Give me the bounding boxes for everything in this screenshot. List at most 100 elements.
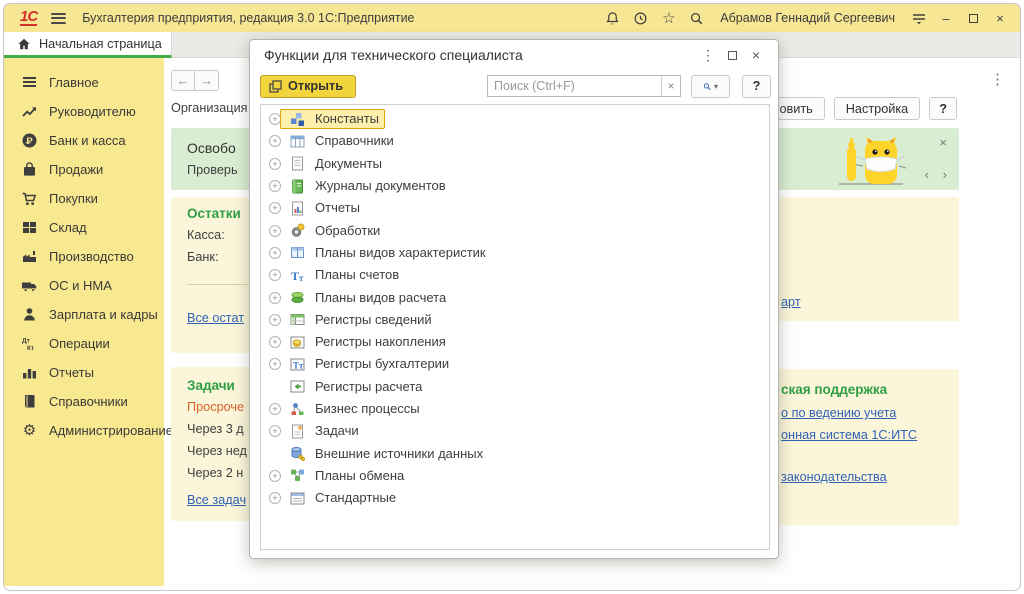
expand-icon[interactable] (269, 403, 281, 415)
support-title-fragment: ская поддержка (781, 382, 887, 397)
settings-button[interactable]: Настройка (834, 97, 920, 120)
sidebar-item-purchases[interactable]: Покупки (4, 184, 164, 213)
expand-icon[interactable] (269, 292, 281, 304)
expand-icon[interactable] (269, 336, 281, 348)
tree-item-accounting-registers[interactable]: Тт Регистры бухгалтерии (261, 353, 769, 375)
current-user[interactable]: Абрамов Геннадий Сергеевич (720, 11, 895, 25)
banner-subtitle: Проверь (187, 163, 238, 177)
minimize-button[interactable]: – (938, 11, 954, 26)
sidebar-item-production[interactable]: Производство (4, 242, 164, 271)
sidebar-item-main[interactable]: Главное (4, 68, 164, 97)
global-search-icon[interactable] (688, 10, 705, 27)
tree-item-charts-of-accounts[interactable]: Тт Планы счетов (261, 264, 769, 286)
expand-icon[interactable] (269, 247, 281, 259)
expand-icon[interactable] (269, 358, 281, 370)
svg-text:Т: Т (291, 269, 299, 283)
tree-item-charts-of-calculation-types[interactable]: Планы видов расчета (261, 286, 769, 308)
tree-item-document-journals[interactable]: Журналы документов (261, 175, 769, 197)
tree-item-information-registers[interactable]: Регистры сведений (261, 309, 769, 331)
dialog-more-menu-icon[interactable]: ⋮ (696, 47, 720, 64)
banner-next-icon[interactable]: › (943, 167, 947, 182)
tree-item-documents[interactable]: Документы (261, 153, 769, 175)
tree-item-business-processes[interactable]: Бизнес процессы (261, 398, 769, 420)
main-menu-icon[interactable] (51, 13, 66, 24)
all-tasks-link[interactable]: Все задач (187, 493, 246, 507)
dialog-close-icon[interactable]: × (744, 47, 768, 63)
forward-button[interactable]: → (195, 70, 219, 91)
expand-icon[interactable] (269, 269, 281, 281)
tree-item-calculation-registers[interactable]: Регистры расчета (261, 376, 769, 398)
sidebar-item-administration[interactable]: ⚙ Администрирование (4, 416, 164, 445)
dialog-header[interactable]: Функции для технического специалиста ⋮ × (250, 40, 778, 70)
support-link3-fragment[interactable]: законодательства (781, 470, 887, 484)
tree-item-catalogs[interactable]: Справочники (261, 130, 769, 152)
support-link2-fragment[interactable]: онная система 1С:ИТС (781, 428, 917, 442)
sidebar-item-warehouse[interactable]: Склад (4, 213, 164, 242)
tab-home-page[interactable]: Начальная страница (4, 32, 172, 58)
sidebar-item-payroll-hr[interactable]: Зарплата и кадры (4, 300, 164, 329)
search-clear-icon[interactable]: × (661, 76, 680, 96)
dialog-maximize-icon[interactable] (720, 47, 744, 63)
indicators-link-fragment[interactable]: арт (781, 295, 801, 309)
tree-item-data-processors[interactable]: Обработки (261, 219, 769, 241)
sidebar-item-reports[interactable]: Отчеты (4, 358, 164, 387)
support-link1-fragment[interactable]: о по ведению учета (781, 406, 896, 420)
tasks-icon (290, 424, 305, 439)
search-mode-button[interactable]: ▾ (691, 75, 730, 98)
tree-item-reports[interactable]: Отчеты (261, 197, 769, 219)
tree-item-standard[interactable]: Стандартные (261, 487, 769, 509)
expand-icon[interactable] (269, 113, 281, 125)
accumulation-registers-icon (290, 335, 305, 350)
page-help-button[interactable]: ? (929, 97, 957, 120)
expand-icon[interactable] (269, 470, 281, 482)
back-button[interactable]: ← (171, 70, 195, 91)
sidebar-item-fixed-assets[interactable]: ОС и НМА (4, 271, 164, 300)
magnifier-icon (703, 80, 711, 93)
trend-chart-icon (21, 103, 38, 120)
svg-text:Кт: Кт (27, 345, 34, 352)
svg-text:Р: Р (26, 136, 33, 147)
expand-icon[interactable] (269, 135, 281, 147)
1c-logo-icon: 1С (20, 10, 37, 26)
banner-prev-icon[interactable]: ‹ (925, 167, 929, 182)
banner-close-icon[interactable]: × (939, 135, 947, 150)
sidebar-item-manager[interactable]: Руководителю (4, 97, 164, 126)
expand-icon[interactable] (269, 158, 281, 170)
notifications-bell-icon[interactable] (604, 10, 621, 27)
favorites-star-icon[interactable]: ☆ (660, 10, 677, 27)
all-balances-link[interactable]: Все остат (187, 311, 244, 325)
sidebar-item-directories[interactable]: Справочники (4, 387, 164, 416)
close-window-button[interactable]: × (992, 11, 1008, 26)
sidebar-item-sales[interactable]: Продажи (4, 155, 164, 184)
tree-item-charts-of-characteristic-types[interactable]: Планы видов характеристик (261, 242, 769, 264)
navigation-history: ← → (171, 70, 219, 91)
tree-item-tasks[interactable]: Задачи (261, 420, 769, 442)
expand-icon[interactable] (269, 202, 281, 214)
sidebar-item-operations[interactable]: ДтКт Операции (4, 329, 164, 358)
dialog-help-button[interactable]: ? (742, 75, 771, 98)
maximize-button[interactable] (965, 11, 981, 26)
expand-icon[interactable] (269, 492, 281, 504)
search-box: × (487, 75, 681, 97)
history-icon[interactable] (632, 10, 649, 27)
expand-icon[interactable] (269, 180, 281, 192)
tasks-week: Через нед (187, 444, 247, 458)
search-input[interactable] (488, 76, 661, 96)
tree-item-constants[interactable]: Константы (261, 108, 769, 130)
tasks-3days: Через 3 д (187, 422, 244, 436)
open-button[interactable]: Открыть (260, 75, 356, 98)
dialog-title: Функции для технического специалиста (264, 47, 696, 63)
page-more-menu-icon[interactable]: ⋮ (990, 70, 1005, 88)
tree-item-external-data-sources[interactable]: Внешние источники данных (261, 442, 769, 464)
tree-item-exchange-plans[interactable]: Планы обмена (261, 465, 769, 487)
tree-item-accumulation-registers[interactable]: Регистры накопления (261, 331, 769, 353)
expand-icon[interactable] (269, 225, 281, 237)
service-menu-icon[interactable] (910, 10, 927, 27)
constants-icon (290, 112, 305, 127)
sidebar-item-bank-cash[interactable]: Р Банк и касса (4, 126, 164, 155)
expand-icon[interactable] (269, 314, 281, 326)
tasks-title: Задачи (187, 378, 235, 393)
expand-icon[interactable] (269, 425, 281, 437)
metadata-tree: Константы Справочники Документы Журналы … (260, 104, 770, 550)
cat-mascot-image (835, 133, 907, 187)
